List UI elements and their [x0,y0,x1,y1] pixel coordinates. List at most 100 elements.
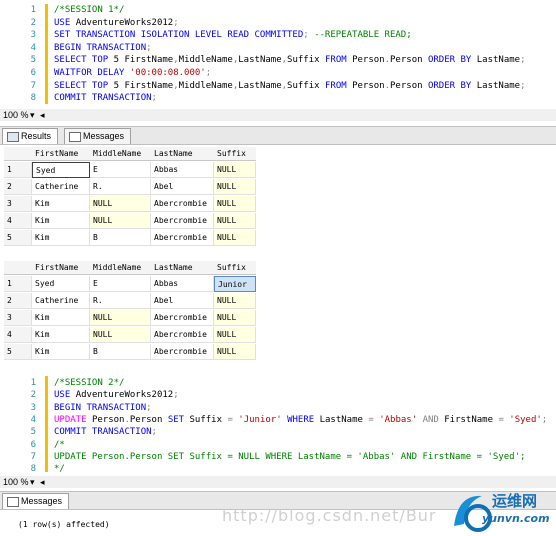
tab-messages-2-label: Messages [21,496,63,506]
grid-cell[interactable]: Kim [32,213,90,229]
grid-cell[interactable]: B [90,344,151,360]
grid-cell[interactable]: Kim [32,344,90,360]
grid-cell[interactable]: R. [90,179,151,195]
code-token: ; [173,390,179,401]
code-token: UPDATE Person.Person SET Suffix = NULL W… [54,451,526,462]
row-number[interactable]: 5 [4,230,32,246]
code-token: Suffix [287,80,325,91]
grid-corner[interactable] [4,261,32,275]
row-number[interactable]: 4 [4,327,32,343]
grid-cell[interactable]: Abel [151,179,214,195]
grid-cell[interactable]: Syed [32,162,90,178]
tab-messages-2[interactable]: Messages [2,493,70,509]
grid-cell[interactable]: Abel [151,293,214,309]
zoom-level-2[interactable]: 100 % [3,476,29,488]
code-token: FROM [324,55,353,66]
code-token: LastName [238,55,282,66]
grid-cell[interactable]: Catherine [32,293,90,309]
line-number: 7 [30,80,36,91]
grid-cell[interactable]: Abercrombie [151,310,214,326]
column-header[interactable]: LastName [151,147,214,161]
grid-cell[interactable]: Kim [32,196,90,212]
results-grid-2[interactable]: FirstName MiddleName LastName Suffix 1 Syed E A… [4,261,256,361]
grid-cell[interactable]: NULL [214,310,256,326]
grid-cell[interactable]: NULL [214,344,256,360]
column-header[interactable]: LastName [151,261,214,275]
grid-cell[interactable]: NULL [214,179,256,195]
grid-cell[interactable]: B [90,230,151,246]
row-number[interactable]: 5 [4,344,32,360]
code-token: */ [54,464,65,475]
row-number[interactable]: 2 [4,179,32,195]
grid-cell[interactable]: NULL [214,162,256,178]
session1-editor[interactable]: 1 /*SESSION 1*/ 2 USE AdventureWorks2012; 3 S… [0,0,556,108]
chevron-down-icon[interactable]: ▾ [30,109,35,121]
grid-cell[interactable]: Abercrombie [151,230,214,246]
grid-cell[interactable]: Kim [32,310,90,326]
zoom-bar: 100 % ▾ ◂ [0,109,556,121]
grid-cell[interactable]: Kim [32,230,90,246]
grid-cell[interactable]: R. [90,293,151,309]
grid-cell[interactable]: NULL [90,327,151,343]
grid-cell[interactable]: Syed [32,276,90,292]
code-token: 'Abbas' [379,414,423,425]
code-token: USE [54,390,76,401]
column-header[interactable]: MiddleName [90,147,151,161]
grid-cell[interactable]: NULL [214,293,256,309]
session2-editor[interactable]: 1 /*SESSION 2*/ 2 USE AdventureWorks2012; 3 B… [0,374,556,474]
tab-messages[interactable]: Messages [64,128,132,144]
grid-cell[interactable]: NULL [90,310,151,326]
grid-cell[interactable]: NULL [214,327,256,343]
code-token: Suffix [189,414,228,425]
tab-messages-label: Messages [83,131,125,141]
code-text: /*SESSION 1*/ [54,4,124,16]
grid-cell[interactable]: Abercrombie [151,213,214,229]
code-token: FirstName [124,80,174,91]
grid-cell[interactable]: Abercrombie [151,344,214,360]
code-token: ; [173,17,179,28]
grid-cell[interactable]: NULL [214,196,256,212]
grid-cell[interactable]: NULL [90,196,151,212]
grid-cell[interactable]: Abercrombie [151,327,214,343]
row-number[interactable]: 1 [4,162,32,178]
grid-cell[interactable]: Abercrombie [151,196,214,212]
line-number: 3 [30,30,36,41]
zoom-level[interactable]: 100 % [3,109,29,121]
grid-corner[interactable] [4,147,32,161]
grid-cell[interactable]: Abbas [151,162,214,178]
grid-cell[interactable]: Catherine [32,179,90,195]
grid-icon [7,132,19,142]
code-text: UPDATE Person.Person SET Suffix = NULL W… [54,451,525,463]
column-header[interactable]: FirstName [32,261,90,275]
column-header[interactable]: FirstName [32,147,90,161]
grid-cell[interactable]: Abbas [151,276,214,292]
row-number[interactable]: 3 [4,196,32,212]
code-token: LastName [238,80,282,91]
column-header[interactable]: Suffix [214,147,256,161]
grid-cell[interactable]: E [90,162,151,178]
grid-cell[interactable]: NULL [214,213,256,229]
scroll-left-icon[interactable]: ◂ [40,476,45,488]
row-number[interactable]: 1 [4,276,32,292]
code-text: BEGIN TRANSACTION; [54,402,152,414]
scroll-left-icon[interactable]: ◂ [40,109,45,121]
row-number[interactable]: 2 [4,293,32,309]
code-token: FirstName [124,55,174,66]
tab-results[interactable]: Results [2,128,59,144]
grid-cell[interactable]: NULL [214,230,256,246]
code-token: '00:00:08.000' [129,68,206,78]
grid-cell[interactable]: Kim [32,327,90,343]
column-header[interactable]: Suffix [214,261,256,275]
row-number[interactable]: 4 [4,213,32,229]
column-header[interactable]: MiddleName [90,261,151,275]
grid-cell[interactable]: Junior [214,276,256,292]
code-token: LastName [476,80,521,91]
grid-cell[interactable]: NULL [90,213,151,229]
grid-cell[interactable]: E [90,276,151,292]
chevron-down-icon[interactable]: ▾ [30,476,35,488]
code-token: /*SESSION 2*/ [54,378,125,388]
watermark: http://blog.csdn.net/Bur [222,506,437,525]
code-token: ; [541,414,548,425]
row-number[interactable]: 3 [4,310,32,326]
results-grid-1[interactable]: FirstName MiddleName LastName Suffix 1 Syed E A… [4,147,256,247]
